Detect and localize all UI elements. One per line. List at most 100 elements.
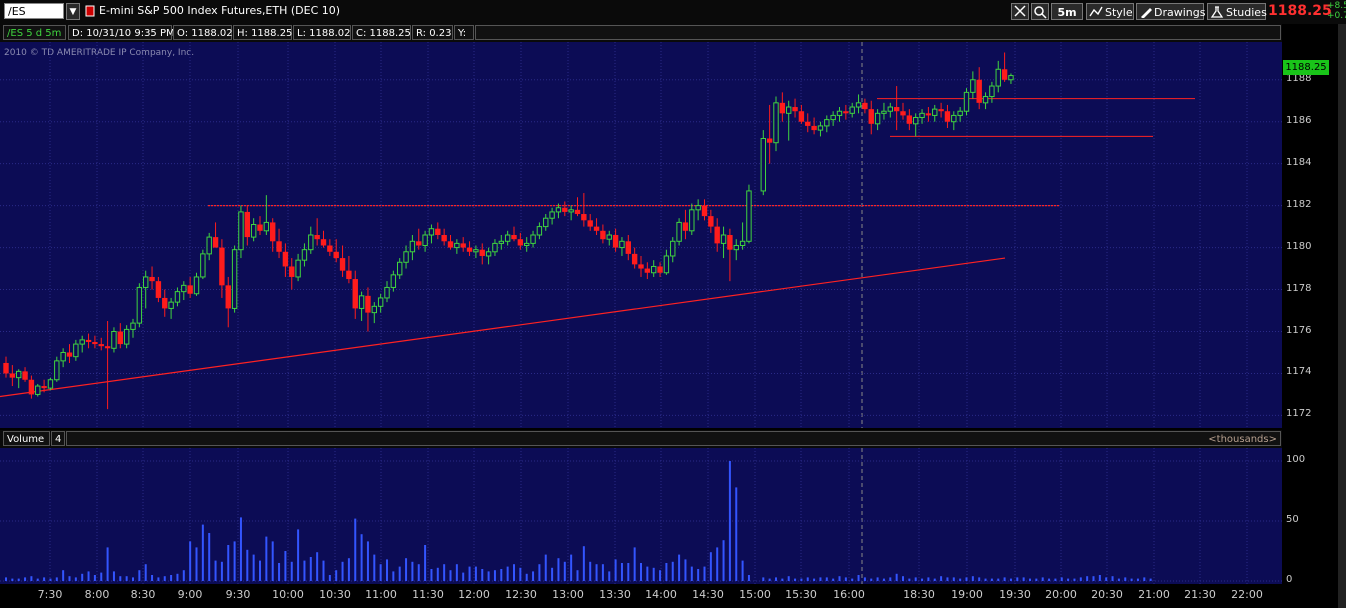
candle-body <box>327 245 333 252</box>
time-tick-label: 12:30 <box>505 588 537 601</box>
candle-body <box>41 386 47 389</box>
candle-body <box>779 102 786 114</box>
volume-bar <box>984 578 987 581</box>
bar-high: H: 1188.25 <box>233 25 292 40</box>
volume-bar <box>398 566 401 581</box>
candle-body <box>925 113 932 116</box>
volume-bar <box>908 578 911 581</box>
zoom-tool-icon[interactable] <box>1031 3 1049 20</box>
right-scrollbar[interactable] <box>1338 24 1346 608</box>
candle-body <box>511 235 517 240</box>
volume-chart[interactable] <box>0 448 1282 584</box>
candle-body <box>817 125 824 131</box>
percent-change: +0.7 <box>1327 11 1346 21</box>
volume-bar <box>940 576 943 581</box>
symbol-dropdown-button[interactable]: ▼ <box>66 3 80 20</box>
volume-bar <box>1029 578 1031 581</box>
candle-body <box>212 237 219 248</box>
candle-body <box>562 207 568 212</box>
time-tick-label: 20:30 <box>1091 588 1123 601</box>
candle-body <box>358 295 365 309</box>
symbol-input[interactable]: /ES <box>4 3 64 19</box>
style-button[interactable]: Style <box>1086 3 1134 20</box>
last-price: 1188.25 <box>1268 3 1332 19</box>
volume-bar <box>246 549 249 581</box>
time-tick-label: 7:30 <box>37 588 63 601</box>
volume-bar <box>316 552 319 581</box>
symbol-period-label[interactable]: /ES 5 d 5m <box>3 25 66 40</box>
candle-body <box>479 249 485 256</box>
price-axis[interactable]: 1172 1174 1176 1178 1180 1182 1184 1186 1188 0 50 1… <box>1282 24 1338 608</box>
volume-bar <box>138 570 141 581</box>
volume-bar <box>684 559 687 581</box>
volume-bar <box>112 571 115 581</box>
volume-bar <box>278 563 281 581</box>
volume-bar <box>62 570 65 581</box>
candle-body <box>416 241 422 246</box>
candle-body <box>155 281 162 298</box>
volume-bar <box>747 575 750 581</box>
volume-bar <box>813 578 816 581</box>
volume-bar <box>347 558 350 581</box>
volume-bar <box>328 575 331 581</box>
candle-body <box>982 96 989 104</box>
candle-body <box>574 209 581 215</box>
candle-body <box>454 242 460 249</box>
timeframe-button[interactable]: 5m <box>1051 3 1083 20</box>
volume-bar <box>1086 576 1089 581</box>
volume-bar <box>832 578 835 581</box>
candle-body <box>16 370 22 379</box>
candle-body <box>913 117 919 125</box>
info-filler <box>475 25 1281 40</box>
volume-bar <box>119 576 122 581</box>
bar-low: L: 1188.02 <box>293 25 351 40</box>
volume-bar <box>614 559 617 581</box>
candle-body <box>219 247 225 286</box>
candle-body <box>22 371 28 380</box>
time-tick-label: 8:00 <box>84 588 110 601</box>
candle-body <box>868 109 874 124</box>
candle-body <box>504 234 511 242</box>
drawings-button[interactable]: Drawings <box>1136 3 1205 20</box>
bar-y: Y: <box>454 25 474 40</box>
volume-bar <box>1003 577 1006 581</box>
volume-bar <box>151 575 154 581</box>
volume-bar <box>952 577 955 581</box>
candle-body <box>174 291 181 303</box>
volume-bar <box>882 578 885 581</box>
volume-bar <box>946 577 949 581</box>
price-chart[interactable] <box>0 42 1282 428</box>
volume-bar <box>43 577 46 581</box>
volume-panel[interactable] <box>0 448 1282 584</box>
candle-body <box>919 112 925 119</box>
time-tick-label: 15:00 <box>739 588 771 601</box>
candle-body <box>670 240 676 257</box>
volume-bar <box>902 576 904 581</box>
volume-bar <box>455 564 458 581</box>
candle-body <box>162 297 168 309</box>
volume-bar <box>570 554 573 581</box>
time-tick-label: 20:00 <box>1045 588 1077 601</box>
crosshair-tool-icon[interactable] <box>1011 3 1029 20</box>
candle-body <box>403 251 409 263</box>
volume-bar <box>303 560 306 581</box>
price-panel[interactable]: 2010 © TD AMERITRADE IP Company, Inc. <box>0 42 1282 428</box>
studies-button[interactable]: Studies <box>1207 3 1267 20</box>
volume-header: Volume 4 <thousands> <box>0 430 1282 448</box>
time-tick-label: 11:00 <box>365 588 397 601</box>
candle-body <box>555 207 562 213</box>
volume-bar <box>933 578 936 581</box>
volume-bar <box>627 563 630 581</box>
candle-body <box>263 221 270 232</box>
volume-bar <box>170 575 173 581</box>
link-icon[interactable] <box>85 4 95 18</box>
candle-body <box>849 106 855 114</box>
volume-bar <box>971 576 974 581</box>
candle-body <box>498 240 505 244</box>
volume-bar <box>640 563 642 581</box>
volume-bar <box>1022 577 1025 581</box>
candle-body <box>60 351 66 362</box>
time-tick-label: 14:00 <box>645 588 677 601</box>
price-tick-label: 1172 <box>1286 408 1312 420</box>
candle-body <box>9 373 16 378</box>
